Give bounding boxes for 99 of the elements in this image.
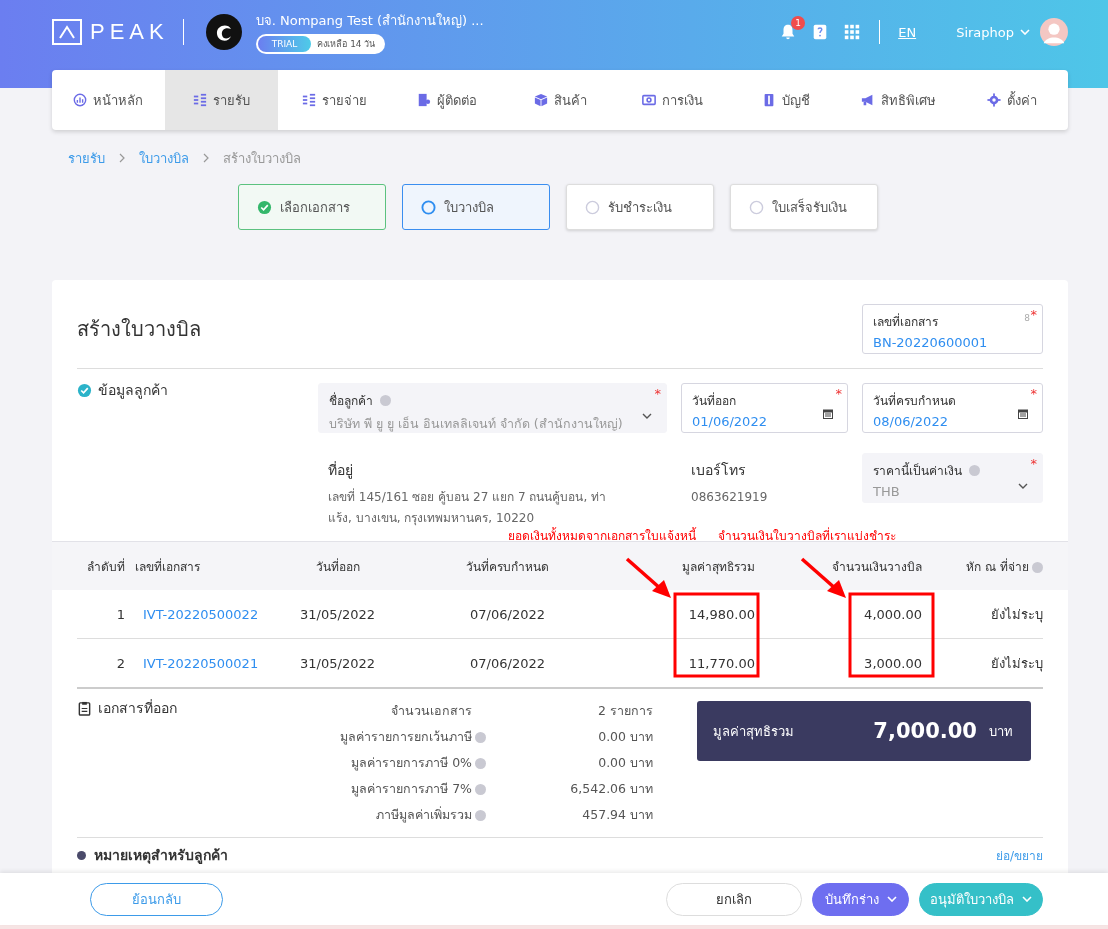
table-cell-text: 14,980.00 [687,606,756,622]
nav-tab[interactable]: ตั้งค่า [955,70,1068,130]
caret-icon [1022,896,1032,902]
nav-tab[interactable]: รายรับ [164,70,278,130]
required-mark: * [1030,307,1037,322]
table-cell-text: 4,000.00 [863,606,923,622]
page-title: สร้างใบวางบิล [77,316,201,343]
step-tab[interactable]: รับชำระเงิน [566,184,714,230]
box-icon [533,93,548,107]
phone-label: เบอร์โทร [691,461,747,480]
summary-value: 0.00 บาท [598,728,653,746]
annotation-text: ยอดเงินทั้งหมดจากเอกสารใบแจ้งหนี้ [508,526,696,545]
help-icon [969,465,980,476]
calendar-icon [1018,409,1028,419]
calendar-icon [823,409,833,419]
nav-tab[interactable]: บัญชี [729,70,843,130]
summary-label: จำนวนเอกสาร [390,702,472,720]
caret-icon [886,896,897,902]
apps-grid-icon[interactable] [843,23,862,41]
caret-icon [1018,483,1028,489]
column-header: ลำดับที่ [86,557,125,576]
step-tab[interactable]: ใบเสร็จรับเงิน [730,184,878,230]
column-header: หัก ณ ที่จ่าย [932,556,1043,576]
phone-number: 0863621919 [691,489,769,506]
total-amount: 7,000.00 [873,719,977,743]
notes-heading: หมายเหตุสำหรับลูกค้า [94,846,228,866]
save-draft-button[interactable]: บันทึกร่าง [812,882,909,916]
currency-unit: บาท [989,722,1013,741]
summary-value: 6,542.06 บาท [570,780,653,798]
table-cell-text: ยังไม่ระบุ [990,605,1043,625]
table-cell-text: 31/05/2022 [299,655,376,671]
nav-tab[interactable]: สินค้า [503,70,617,130]
user-avatar-icon[interactable] [1040,18,1068,46]
breadcrumb-separator-icon [119,153,125,163]
column-header: เลขที่เอกสาร [134,557,201,576]
banknote-icon [642,93,657,107]
required-mark: * [835,386,842,401]
nav-tab[interactable]: การเงิน [616,70,730,130]
trial-badge: TRIAL คงเหลือ 14 วัน [255,34,386,54]
annotation-arrow [625,557,671,598]
annotation-text: จำนวนเงินใบวางบิลที่เราแบ่งชำระ [718,526,896,545]
required-mark: * [1030,456,1037,471]
notification-badge: 1 [791,16,806,30]
company-logo-icon [205,14,242,50]
column-header: มูลค่าสุทธิรวม [681,558,756,576]
summary-value: 0.00 บาท [598,754,653,772]
due-date-field[interactable]: วันที่ครบกำหนด * 08/06/2022 [862,383,1043,433]
step-tab[interactable]: ใบวางบิล [402,184,550,230]
check-circle-icon [77,383,92,398]
summary-label: ภาษีมูลค่าเพิ่มรวม [375,805,472,825]
gear-icon [986,93,1001,107]
help-icon [380,395,391,406]
radio-circle-icon [585,199,600,215]
summary-label: มูลค่ารายการภาษี 7% [350,780,472,799]
column-header: วันที่ครบกำหนด [465,557,550,576]
required-mark: * [1030,386,1037,401]
customer-select[interactable]: ชื่อลูกค้า * บริษัท พี ยู ยู เอ็น อินเทลลิเจนท์ จำกัด (สำนักงานใหญ่) [318,383,667,433]
breadcrumb-current: สร้างใบวางบิล [223,149,301,168]
table-cell-text: 1 [115,606,125,622]
list-icon [301,93,316,107]
table-cell-text: ยังไม่ระบุ [990,654,1043,674]
character-counter: 8 [1024,313,1030,323]
radio-circle-icon [749,199,764,215]
check-circle-icon [257,199,272,215]
list-icon [192,93,207,107]
building-icon [417,93,432,107]
bullet-icon [77,850,86,860]
summary-label: มูลค่ารายการภาษี 0% [350,754,472,773]
address-text: เลขที่ 145/161 ซอย คู้บอน 27 แยก 7 ถนนคู้บอน, ท่าแร้ง, บางเขน, กรุงเทพมหานคร, 10220 [328,487,608,527]
column-header: วันที่ออก [314,557,361,576]
step-tab[interactable]: เลือกเอกสาร [238,184,386,230]
currency-select[interactable]: ราคานี้เป็นค่าเงิน * THB [862,453,1043,503]
column-header: จำนวนเงินวางบิล [831,558,923,576]
table-cell-text: 2 [115,655,125,671]
bar-chart-icon [73,93,88,107]
table-cell-text: 07/06/2022 [469,655,546,671]
table-cell-text: 31/05/2022 [299,606,376,622]
issue-date-field[interactable]: วันที่ออก * 01/06/2022 [681,383,848,433]
section-label: ข้อมูลลูกค้า [98,383,168,398]
total-label: มูลค่าสุทธิรวม [713,722,794,742]
nav-tab[interactable]: ผู้ติดต่อ [390,70,504,130]
caret-icon[interactable] [1020,29,1030,35]
cancel-button[interactable]: ยกเลิก [666,882,802,916]
nav-tab[interactable]: รายจ่าย [277,70,391,130]
clipboard-icon [77,701,92,716]
summary-label: มูลค่ารายการยกเว้นภาษี [339,728,472,747]
required-mark: * [654,386,661,401]
breadcrumb-separator-icon [203,153,209,163]
table-cell-text: 11,770.00 [687,655,756,671]
address-label: ที่อยู่ [328,460,354,481]
radio-circle-icon [421,199,436,215]
summary-value: 457.94 บาท [582,806,653,824]
table-cell-text: 3,000.00 [863,655,923,671]
summary-value: 2 รายการ [598,702,653,720]
caret-icon [642,413,652,419]
section-label: เอกสารที่ออก [98,701,177,716]
table-cell-text: 07/06/2022 [469,606,546,622]
nav-tab[interactable]: หน้าหลัก [52,70,165,130]
nav-tab[interactable]: สิทธิพิเศษ [842,70,956,130]
